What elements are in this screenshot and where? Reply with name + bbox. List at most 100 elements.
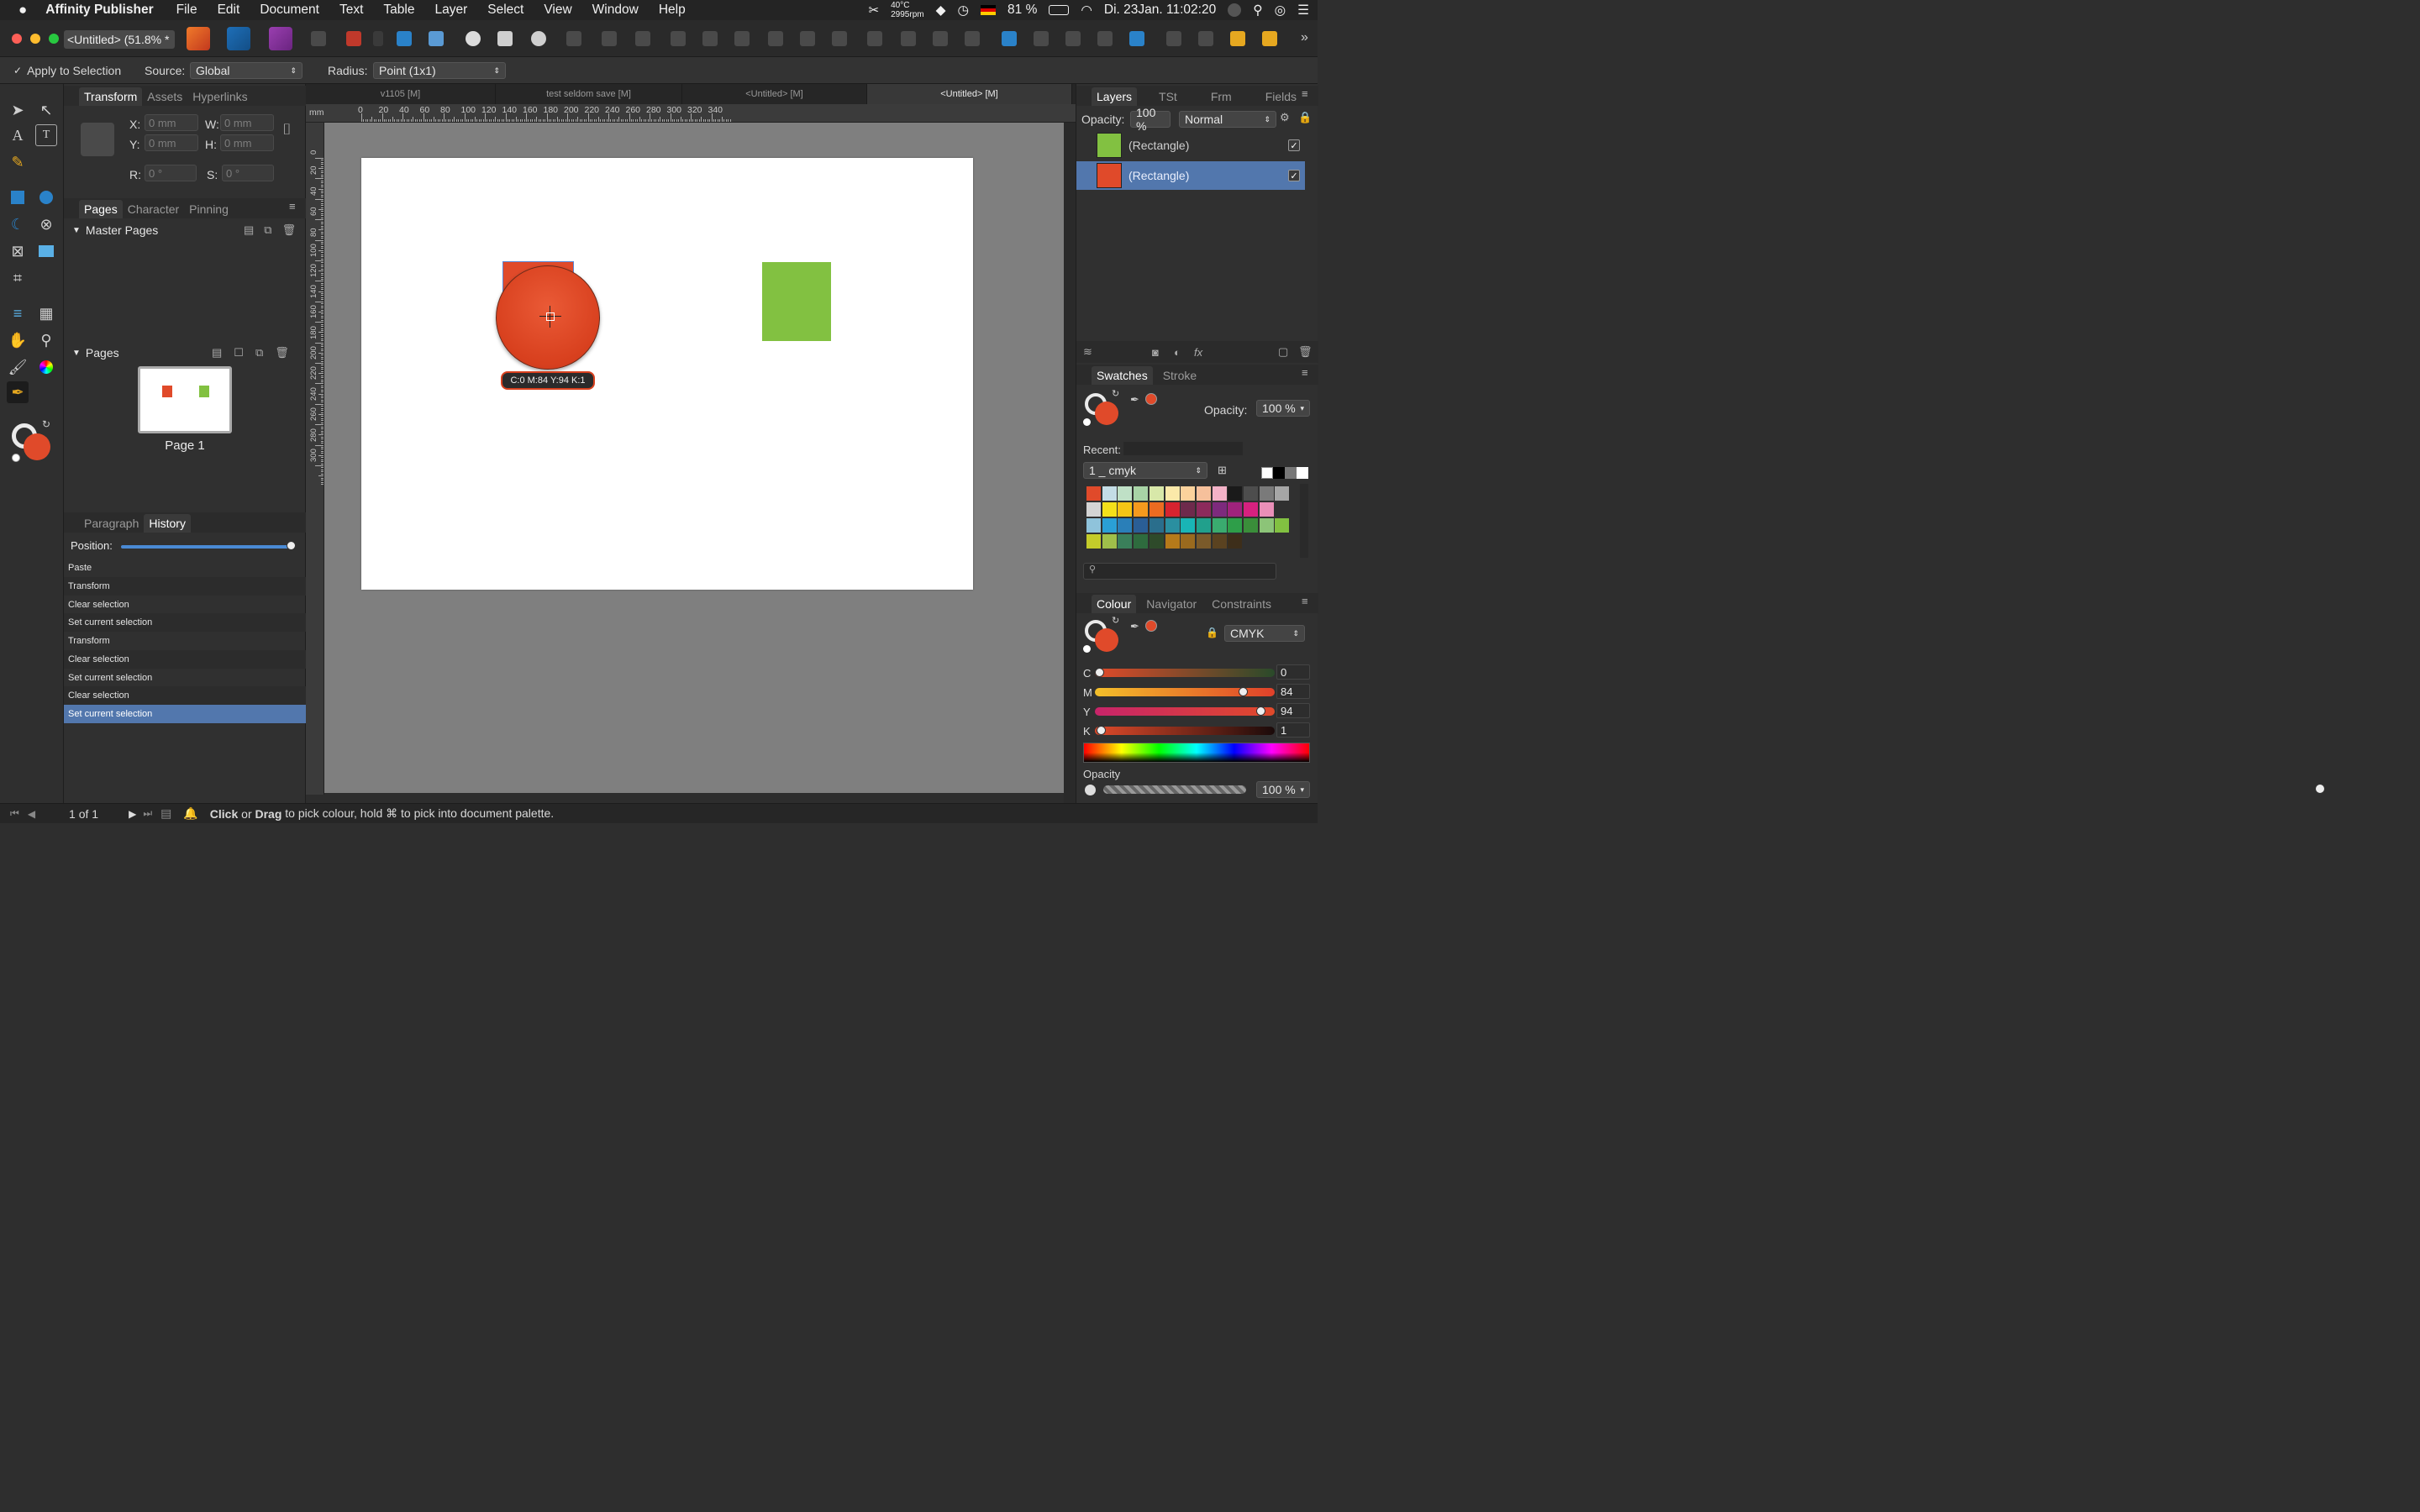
- no-fill-icon[interactable]: [12, 454, 20, 462]
- tab-colour[interactable]: Colour: [1092, 595, 1137, 613]
- boolean-add-icon[interactable]: [1034, 31, 1049, 46]
- flag-de-icon[interactable]: [981, 5, 997, 15]
- color-swatch[interactable]: [1165, 534, 1180, 549]
- lock-aspect-icon[interactable]: ⌷: [282, 121, 292, 139]
- arrange-front-icon[interactable]: [1230, 31, 1245, 46]
- zoom-tool-icon[interactable]: ⚲: [35, 329, 57, 351]
- align-middle-icon[interactable]: [800, 31, 815, 46]
- delete-page-icon[interactable]: 🗑: [275, 346, 289, 360]
- view-mode-icon[interactable]: [311, 31, 326, 46]
- apple-icon[interactable]: ●: [18, 2, 27, 18]
- eyedropper-icon[interactable]: ✒: [1130, 393, 1139, 407]
- canvas-vertical-scrollbar[interactable]: [1064, 123, 1076, 803]
- siri-icon[interactable]: ◎: [1275, 3, 1286, 18]
- menu-edit[interactable]: Edit: [218, 3, 240, 18]
- pages-header[interactable]: ▼ Pages: [72, 346, 119, 360]
- color-swatch[interactable]: [1228, 518, 1243, 533]
- channel-slider[interactable]: [1095, 727, 1275, 735]
- color-swatch[interactable]: [1212, 518, 1227, 533]
- doc-tab-untitled-1[interactable]: <Untitled> [M]: [682, 84, 867, 104]
- notification-center-icon[interactable]: ☰: [1297, 3, 1309, 18]
- swatches-fill-stroke-well[interactable]: ↻: [1083, 388, 1122, 428]
- new-layer-icon[interactable]: ▢: [1278, 345, 1288, 359]
- photo-persona-icon[interactable]: [269, 27, 292, 50]
- eyedropper-icon[interactable]: ✒: [1130, 620, 1139, 633]
- align-right-icon[interactable]: [635, 31, 650, 46]
- color-swatch[interactable]: [1118, 534, 1133, 549]
- duplicate-page-icon[interactable]: ⧉: [255, 346, 263, 360]
- colour-fill-stroke-well[interactable]: ↻: [1083, 615, 1122, 655]
- swatch-opacity-field[interactable]: 100 % ▾: [1256, 400, 1310, 417]
- colour-lock-icon[interactable]: 🔒: [1206, 627, 1218, 638]
- color-swatch[interactable]: [1165, 518, 1180, 533]
- color-swatch[interactable]: [1086, 534, 1101, 549]
- page-options-icon[interactable]: ▤: [212, 346, 222, 360]
- prev-page-icon[interactable]: ◀: [28, 808, 35, 820]
- color-swatch[interactable]: [1196, 534, 1211, 549]
- picture-frame-rect-icon[interactable]: ⊠: [7, 240, 29, 262]
- ellipse-tool-icon[interactable]: [35, 186, 57, 208]
- history-item[interactable]: Clear selection: [64, 596, 306, 614]
- history-item[interactable]: Clear selection: [64, 649, 306, 669]
- history-slider-knob[interactable]: [287, 541, 296, 550]
- menu-help[interactable]: Help: [659, 3, 686, 18]
- menu-window[interactable]: Window: [592, 3, 639, 18]
- doc-tab-v1105[interactable]: v1105 [M]: [306, 84, 496, 104]
- anchor-selector[interactable]: [81, 123, 114, 156]
- channel-value-field[interactable]: 1: [1276, 722, 1310, 738]
- tab-stroke[interactable]: Stroke: [1158, 366, 1202, 385]
- color-swatch[interactable]: [1275, 518, 1290, 533]
- arrange-top-icon[interactable]: [1262, 31, 1277, 46]
- arrange-forward-icon[interactable]: [1198, 31, 1213, 46]
- colour-opacity-field[interactable]: 100 % ▾: [1256, 781, 1310, 798]
- app-menu[interactable]: Affinity Publisher: [45, 3, 153, 18]
- history-item[interactable]: Paste: [64, 559, 306, 577]
- swatches-scrollbar[interactable]: [1300, 484, 1308, 558]
- history-item[interactable]: Transform: [64, 576, 306, 596]
- history-position-slider[interactable]: [121, 545, 294, 549]
- duplicate-master-icon[interactable]: ⧉: [264, 223, 271, 237]
- close-window-button[interactable]: [12, 34, 22, 44]
- artistic-text-tool-icon[interactable]: A: [7, 124, 29, 146]
- history-item[interactable]: Set current selection: [64, 669, 306, 687]
- w-field[interactable]: 0 mm: [220, 114, 274, 131]
- channel-slider[interactable]: [1095, 669, 1275, 677]
- color-swatch[interactable]: [1134, 518, 1149, 533]
- rotate-right-icon[interactable]: [965, 31, 980, 46]
- place-image-tool-icon[interactable]: [35, 240, 57, 262]
- tab-swatches[interactable]: Swatches: [1092, 366, 1153, 385]
- toolbar-overflow-icon[interactable]: »: [1301, 30, 1308, 45]
- none-swatch[interactable]: [1261, 467, 1273, 479]
- channel-slider-knob[interactable]: [1095, 668, 1104, 677]
- fill-tool-icon[interactable]: 🖌: [7, 356, 29, 378]
- crescent-tool-icon[interactable]: ☾: [7, 213, 29, 235]
- panel-menu-icon[interactable]: ≡: [1302, 595, 1308, 607]
- colour-spectrum[interactable]: [1083, 743, 1310, 763]
- menu-table[interactable]: Table: [383, 3, 414, 18]
- tab-navigator[interactable]: Navigator: [1141, 595, 1202, 613]
- color-swatch[interactable]: [1244, 518, 1258, 533]
- swap-colors-icon[interactable]: ↻: [1112, 615, 1119, 626]
- fill-stroke-well[interactable]: ↻: [12, 418, 54, 462]
- swatch-search-field[interactable]: ⚲: [1083, 563, 1276, 580]
- color-swatch[interactable]: [1149, 534, 1164, 549]
- layer-mask-icon[interactable]: ◙: [1152, 346, 1159, 359]
- add-master-icon[interactable]: ▤: [244, 223, 254, 237]
- swap-colors-icon[interactable]: ↻: [1112, 388, 1119, 399]
- notification-dot-icon[interactable]: [1228, 3, 1242, 17]
- color-swatch[interactable]: [1196, 518, 1211, 533]
- tab-character[interactable]: Character: [123, 200, 184, 218]
- color-swatch[interactable]: [1102, 534, 1117, 549]
- picked-color-dot[interactable]: [1145, 620, 1157, 632]
- color-swatch[interactable]: [1181, 486, 1196, 501]
- publisher-persona-icon[interactable]: [187, 27, 210, 50]
- snapping-dropdown-icon[interactable]: [373, 31, 383, 46]
- notification-icon[interactable]: 🔔: [183, 806, 197, 821]
- tab-assets[interactable]: Assets: [142, 87, 187, 106]
- doc-tab-test-seldom-save[interactable]: test seldom save [M]: [496, 84, 682, 104]
- vertical-ruler[interactable]: 0 20 40 60 80 100 120 140 160 180 200 220 240 260 280 3…: [306, 123, 324, 795]
- color-wheel-tool-icon[interactable]: [35, 356, 57, 378]
- menu-layer[interactable]: Layer: [434, 3, 467, 18]
- crop-tool-icon[interactable]: ⌗: [7, 267, 29, 289]
- source-dropdown[interactable]: Global ⇕: [190, 62, 302, 79]
